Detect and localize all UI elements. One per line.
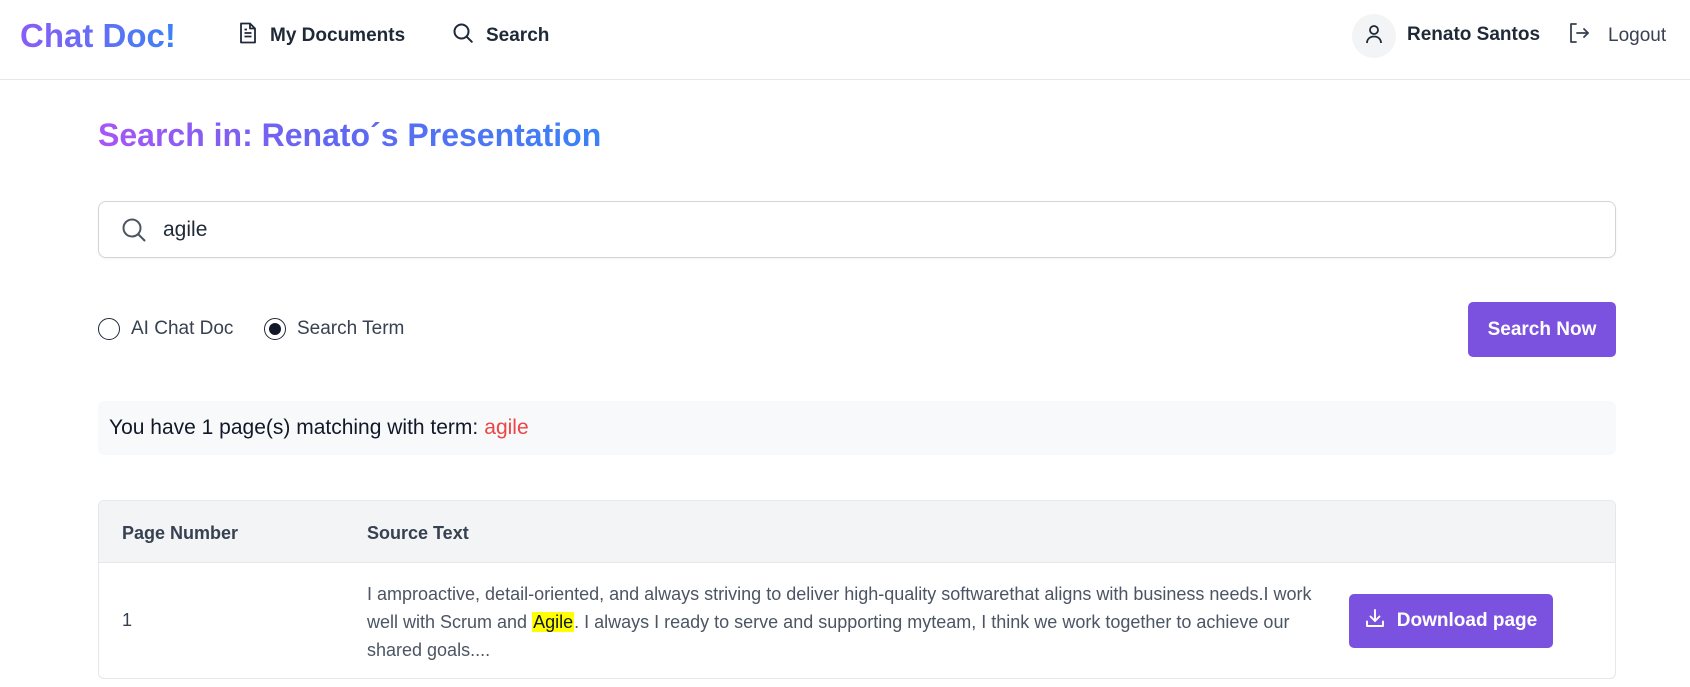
document-icon [238,22,270,50]
search-box [98,201,1616,258]
highlighted-term: Agile [532,612,575,632]
radio-search-term[interactable]: Search Term [264,318,404,340]
top-navbar: Chat Doc! My Documents Search Renato San… [0,0,1690,80]
page-title: Search in: Renato´s Presentation [98,117,602,153]
logout-button[interactable]: Logout [1568,22,1666,50]
source-text-cell: I amproactive, detail-oriented, and alwa… [367,580,1337,664]
result-message: You have 1 page(s) matching with term: a… [98,401,1616,455]
table-header: Page Number Source Text [99,501,1615,563]
search-icon [452,22,486,50]
column-header-source-text: Source Text [367,523,469,543]
result-term: agile [484,416,529,439]
radio-dot [269,323,281,335]
logout-label: Logout [1608,25,1667,46]
nav-search-label: Search [486,25,550,46]
nav-my-documents-label: My Documents [270,25,406,46]
download-page-button[interactable]: Download page [1349,594,1553,648]
radio-ai-chat-doc-label: AI Chat Doc [131,318,234,339]
search-now-button[interactable]: Search Now [1468,302,1616,357]
radio-ai-chat-doc[interactable]: AI Chat Doc [98,318,233,340]
brand-logo[interactable]: Chat Doc! [20,17,176,55]
download-icon [1365,608,1397,634]
table-row: 1 I amproactive, detail-oriented, and al… [99,563,1615,678]
user-icon [1365,24,1383,49]
radio-search-term-label: Search Term [297,318,405,339]
user-name: Renato Santos [1407,24,1541,45]
results-table: Page Number Source Text 1 I amproactive,… [98,500,1616,679]
search-input[interactable] [163,217,1563,242]
result-message-text: You have 1 page(s) matching with term: [109,416,479,439]
download-page-label: Download page [1396,610,1538,631]
radio-circle [98,318,120,340]
page-number-cell: 1 [122,610,133,630]
nav-search[interactable]: Search [452,22,549,50]
column-header-page-number: Page Number [122,523,239,543]
search-icon [121,217,147,243]
radio-circle-selected [264,318,286,340]
avatar[interactable] [1352,14,1396,58]
logout-icon [1568,22,1608,50]
nav-my-documents[interactable]: My Documents [238,22,405,50]
